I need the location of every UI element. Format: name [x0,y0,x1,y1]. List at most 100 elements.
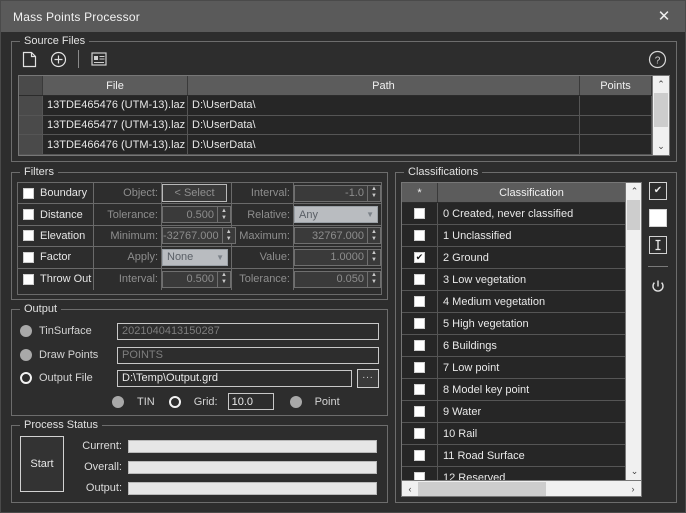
output-file-path-field[interactable]: D:\Temp\Output.grd [117,369,352,387]
classification-row[interactable]: 5 High vegetation [402,313,625,335]
throw-out-interval-stepper[interactable]: 0.500 ▲ ▼ [162,270,231,288]
checkbox-icon[interactable]: ✔ [414,252,425,263]
column-header-classification[interactable]: Classification [438,183,625,202]
help-icon[interactable]: ? [646,48,668,70]
checkbox-icon[interactable] [23,230,34,242]
checkbox-icon[interactable] [414,318,425,329]
radio-tinsurface-icon[interactable] [20,325,32,337]
output-option-draw-points[interactable]: Draw Points POINTS [20,346,379,364]
scroll-left-icon[interactable]: ‹ [402,481,418,497]
new-file-icon[interactable] [18,48,40,70]
select-object-button[interactable]: < Select [162,184,227,203]
checkbox-icon[interactable] [414,450,425,461]
column-header-points[interactable]: Points [580,76,652,95]
filter-boundary-toggle[interactable]: Boundary [18,183,94,204]
hscroll-track[interactable] [418,481,625,497]
scroll-thumb[interactable] [627,200,640,230]
elevation-maximum-value[interactable]: 32767.000 [294,227,368,245]
check-all-icon[interactable]: ✔ [649,182,667,200]
factor-value-stepper[interactable]: 1.0000 ▲ ▼ [294,248,381,266]
scroll-up-icon[interactable]: ⌃ [626,183,641,200]
table-row[interactable]: 13TDE465476 (UTM-13).laz D:\UserData\ [19,96,652,116]
checkbox-icon[interactable] [414,406,425,417]
throw-out-tolerance-stepper[interactable]: 0.050 ▲ ▼ [294,270,381,288]
classification-checkbox-cell[interactable] [402,313,438,334]
elevation-minimum-stepper[interactable]: -32767.000 ▲ ▼ [162,227,236,245]
checkbox-icon[interactable] [23,251,34,263]
classification-row[interactable]: 0 Created, never classified [402,203,625,225]
radio-output-file-icon[interactable] [20,372,32,384]
filter-factor-toggle[interactable]: Factor [18,247,94,268]
classification-checkbox-cell[interactable] [402,357,438,378]
classification-checkbox-cell[interactable] [402,379,438,400]
classification-row[interactable]: 6 Buildings [402,335,625,357]
elevation-minimum-value[interactable]: -32767.000 [162,227,223,245]
stepper-arrows-icon[interactable]: ▲ ▼ [218,270,231,288]
classification-row[interactable]: 7 Low point [402,357,625,379]
classification-row[interactable]: 10 Rail [402,423,625,445]
classification-row[interactable]: 12 Reserved [402,467,625,480]
classification-checkbox-cell[interactable] [402,445,438,466]
throw-out-tolerance-value[interactable]: 0.050 [294,270,368,288]
classification-row[interactable]: 3 Low vegetation [402,269,625,291]
factor-value-value[interactable]: 1.0000 [294,248,368,266]
checkbox-icon[interactable] [23,273,34,285]
radio-draw-points-icon[interactable] [20,349,32,361]
classification-checkbox-cell[interactable] [402,203,438,224]
stepper-arrows-icon[interactable]: ▲ ▼ [368,270,381,288]
column-header-file[interactable]: File [43,76,188,95]
classification-checkbox-cell[interactable] [402,225,438,246]
radio-grid-icon[interactable] [168,395,181,408]
column-header-select[interactable] [19,76,43,95]
distance-tolerance-value[interactable]: 0.500 [162,206,218,224]
checkbox-icon[interactable] [414,472,425,480]
classification-checkbox-cell[interactable] [402,423,438,444]
scroll-right-icon[interactable]: › [625,481,641,497]
radio-point-icon[interactable] [289,395,302,408]
filter-elevation-toggle[interactable]: Elevation [18,225,94,247]
classification-checkbox-cell[interactable] [402,269,438,290]
classification-checkbox-cell[interactable] [402,401,438,422]
classification-row[interactable]: 1 Unclassified [402,225,625,247]
checkbox-icon[interactable] [414,362,425,373]
grid-size-input[interactable]: 10.0 [227,393,274,410]
column-header-check-all[interactable]: * [402,183,438,202]
row-selector[interactable] [19,115,43,135]
uncheck-all-icon[interactable] [649,209,667,227]
checkbox-icon[interactable] [414,230,425,241]
classification-row[interactable]: 4 Medium vegetation [402,291,625,313]
radio-tin-icon[interactable] [112,395,124,408]
distance-tolerance-stepper[interactable]: 0.500 ▲ ▼ [162,206,231,224]
checkbox-icon[interactable] [414,208,425,219]
table-row[interactable]: 13TDE465477 (UTM-13).laz D:\UserData\ [19,115,652,136]
classification-checkbox-cell[interactable] [402,467,438,480]
checkbox-icon[interactable] [414,384,425,395]
filter-distance-toggle[interactable]: Distance [18,204,94,225]
table-row[interactable]: 13TDE466476 (UTM-13).laz D:\UserData\ [19,135,652,155]
classification-checkbox-cell[interactable] [402,335,438,356]
stepper-arrows-icon[interactable]: ▲ ▼ [368,184,381,202]
output-option-tinsurface[interactable]: TinSurface 2021040413150287 [20,322,379,340]
browse-button[interactable]: ... [357,368,379,388]
checkbox-icon[interactable] [23,187,34,199]
throw-out-interval-value[interactable]: 0.500 [162,270,218,288]
checkbox-icon[interactable] [414,428,425,439]
classification-checkbox-cell[interactable] [402,291,438,312]
row-selector[interactable] [19,135,43,155]
stepper-arrows-icon[interactable]: ▲ ▼ [368,248,381,266]
boundary-interval-stepper[interactable]: -1.0 ▲ ▼ [294,184,381,202]
source-files-vertical-scrollbar[interactable]: ⌃ ⌄ [652,76,669,155]
scroll-up-icon[interactable]: ⌃ [653,76,670,93]
tinsurface-name-field[interactable]: 2021040413150287 [117,322,379,340]
scroll-down-icon[interactable]: ⌄ [653,138,670,155]
classifications-horizontal-scrollbar[interactable]: ‹ › [402,480,641,496]
draw-points-layer-field[interactable]: POINTS [117,346,379,364]
factor-apply-dropdown[interactable]: None ▼ [162,248,228,266]
filter-throw-out-toggle[interactable]: Throw Out [18,268,94,290]
classification-row[interactable]: 11 Road Surface [402,445,625,467]
invert-selection-icon[interactable] [649,236,667,254]
checkbox-icon[interactable] [414,296,425,307]
elevation-maximum-stepper[interactable]: 32767.000 ▲ ▼ [294,227,381,245]
scroll-track[interactable] [626,200,641,463]
hscroll-thumb[interactable] [418,481,547,496]
